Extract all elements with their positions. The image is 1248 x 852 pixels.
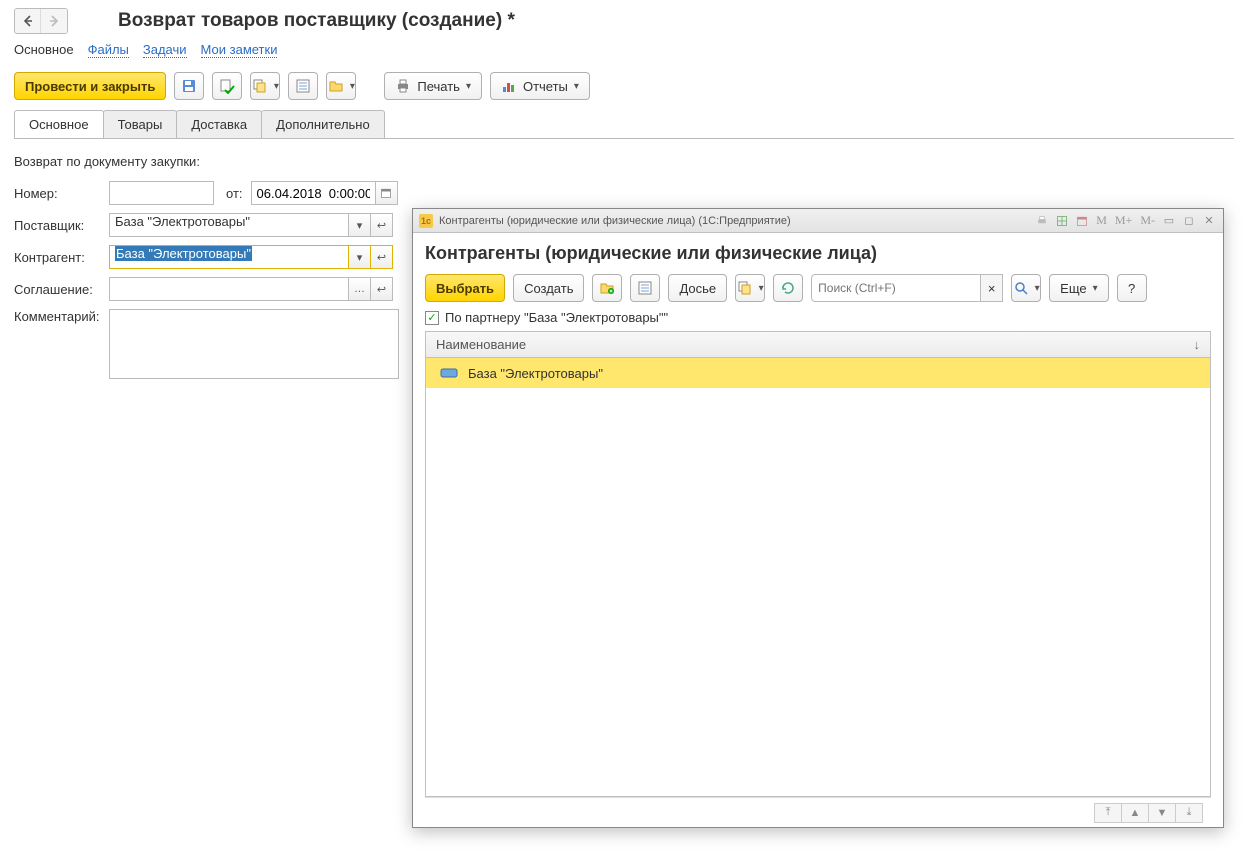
create-button[interactable]: Создать — [513, 274, 584, 302]
list-mode-button[interactable] — [630, 274, 660, 302]
copy-icon — [252, 78, 268, 94]
dossier-button[interactable]: Досье — [668, 274, 727, 302]
page-title: Возврат товаров поставщику (создание) * — [118, 10, 515, 32]
popup-heading: Контрагенты (юридические или физические … — [425, 243, 1211, 264]
print-button[interactable]: Печать▾ — [384, 72, 482, 100]
folder-icon — [328, 78, 344, 94]
counterparty-grid: Наименование ↓ База "Электротовары" — [425, 331, 1211, 797]
nav-back-forward — [14, 8, 68, 34]
mem-m-button[interactable]: M — [1094, 213, 1109, 228]
folder-plus-icon — [599, 280, 615, 296]
section-files[interactable]: Файлы — [88, 42, 129, 58]
based-on-button[interactable]: ▾ — [735, 274, 765, 302]
reports-button[interactable]: Отчеты▾ — [490, 72, 590, 100]
magnifier-icon — [1013, 280, 1029, 296]
table-icon[interactable] — [1054, 213, 1070, 229]
folder-button[interactable]: ▾ — [326, 72, 356, 100]
calendar-icon — [380, 187, 392, 199]
more-button[interactable]: Еще▾ — [1049, 274, 1108, 302]
save-button[interactable] — [174, 72, 204, 100]
list-button[interactable] — [288, 72, 318, 100]
partner-filter-label: По партнеру "База "Электротовары"" — [445, 310, 668, 325]
supplier-open-button[interactable]: ↩ — [371, 213, 393, 237]
print-icon[interactable] — [1034, 213, 1050, 229]
close-button[interactable]: ✕ — [1201, 213, 1217, 229]
counterparty-label: Контрагент: — [14, 250, 109, 265]
counterparty-dropdown-button[interactable]: ▾ — [349, 245, 371, 269]
refresh-button[interactable] — [773, 274, 803, 302]
tab-delivery[interactable]: Доставка — [176, 110, 262, 138]
partner-filter-checkbox[interactable]: ✓ — [425, 311, 439, 325]
grid-column-name[interactable]: Наименование ↓ — [426, 332, 1210, 358]
app-logo-icon: 1c — [419, 214, 433, 228]
mem-mminus-button[interactable]: M- — [1138, 213, 1157, 228]
help-button[interactable]: ? — [1117, 274, 1147, 302]
comment-label: Комментарий: — [14, 309, 109, 324]
tab-main[interactable]: Основное — [14, 110, 104, 138]
counterparty-select-popup: 1c Контрагенты (юридические или физическ… — [412, 208, 1224, 828]
search-input[interactable] — [811, 274, 981, 302]
supplier-input[interactable]: База "Электротовары" — [109, 213, 349, 237]
grid-row[interactable]: База "Электротовары" — [426, 358, 1210, 388]
minimize-button[interactable]: ▭ — [1161, 213, 1177, 229]
section-notes[interactable]: Мои заметки — [201, 42, 278, 58]
counterparty-input[interactable]: База "Электротовары" — [109, 245, 349, 269]
select-button[interactable]: Выбрать — [425, 274, 505, 302]
agreement-more-button[interactable]: … — [349, 277, 371, 301]
date-picker-button[interactable] — [376, 181, 398, 205]
popup-titlebar[interactable]: 1c Контрагенты (юридические или физическ… — [413, 209, 1223, 233]
scroll-top-button[interactable]: ⤒ — [1094, 803, 1122, 823]
agreement-open-button[interactable]: ↩ — [371, 277, 393, 301]
maximize-button[interactable]: ◻ — [1181, 213, 1197, 229]
refresh-icon — [780, 280, 796, 296]
grid-cell-name: База "Электротовары" — [468, 366, 603, 381]
scroll-bottom-button[interactable]: ⤓ — [1175, 803, 1203, 823]
agreement-label: Соглашение: — [14, 282, 109, 297]
scroll-down-button[interactable]: ▼ — [1148, 803, 1176, 823]
number-label: Номер: — [14, 186, 109, 201]
return-doc-label: Возврат по документу закупки: — [14, 154, 200, 169]
scroll-up-button[interactable]: ▲ — [1121, 803, 1149, 823]
find-button[interactable]: ▾ — [1011, 274, 1041, 302]
list-icon — [637, 280, 653, 296]
floppy-icon — [181, 78, 197, 94]
copy-icon — [737, 280, 753, 296]
list-icon — [295, 78, 311, 94]
printer-icon — [395, 78, 411, 94]
create-from-button[interactable]: ▾ — [250, 72, 280, 100]
new-group-button[interactable] — [592, 274, 622, 302]
number-input[interactable] — [109, 181, 214, 205]
tab-extra[interactable]: Дополнительно — [261, 110, 385, 138]
chart-icon — [501, 78, 517, 94]
sort-indicator-icon: ↓ — [1194, 337, 1201, 352]
section-main[interactable]: Основное — [14, 42, 74, 58]
mem-mplus-button[interactable]: M+ — [1113, 213, 1134, 228]
nav-back-button[interactable] — [15, 9, 41, 33]
agreement-input[interactable] — [109, 277, 349, 301]
post-button[interactable] — [212, 72, 242, 100]
counterparty-open-button[interactable]: ↩ — [371, 245, 393, 269]
tab-goods[interactable]: Товары — [103, 110, 178, 138]
nav-forward-button[interactable] — [41, 9, 67, 33]
date-input[interactable] — [251, 181, 376, 205]
from-label: от: — [226, 186, 243, 201]
post-icon — [219, 78, 235, 94]
supplier-dropdown-button[interactable]: ▾ — [349, 213, 371, 237]
comment-input[interactable] — [109, 309, 399, 379]
popup-window-title: Контрагенты (юридические или физические … — [439, 215, 1034, 227]
calendar-icon[interactable] — [1074, 213, 1090, 229]
section-tasks[interactable]: Задачи — [143, 42, 187, 58]
item-icon — [440, 368, 458, 378]
search-clear-button[interactable]: × — [981, 274, 1003, 302]
post-and-close-button[interactable]: Провести и закрыть — [14, 72, 166, 100]
supplier-label: Поставщик: — [14, 218, 109, 233]
